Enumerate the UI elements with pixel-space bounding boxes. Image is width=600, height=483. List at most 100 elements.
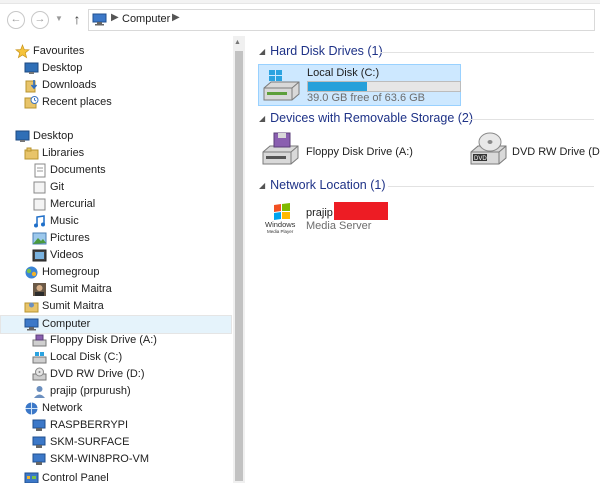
tile-floppy-drive[interactable]: Floppy Disk Drive (A:) — [258, 132, 448, 168]
group-divider — [468, 119, 594, 120]
sidebar-item-videos[interactable]: Videos — [32, 247, 222, 264]
hard-disk-icon — [263, 70, 300, 101]
desktop-icon — [24, 62, 39, 74]
dvd-drive-icon — [32, 367, 47, 381]
sidebar-item-control-panel[interactable]: Control Panel — [24, 470, 224, 483]
group-title: Hard Disk Drives (1) — [270, 44, 383, 58]
sidebar-item-user-folder[interactable]: Sumit Maitra — [24, 298, 224, 315]
floppy-drive-icon — [262, 132, 299, 165]
group-header-removable-storage[interactable]: ◢ Devices with Removable Storage (2) — [259, 109, 473, 127]
star-icon — [15, 44, 30, 59]
network-computer-icon — [32, 453, 46, 465]
sidebar-label: SKM-SURFACE — [50, 436, 130, 448]
hard-disk-icon — [32, 352, 47, 364]
scrollbar-thumb[interactable] — [235, 51, 243, 481]
sidebar-label: Recent places — [42, 96, 112, 108]
tile-local-disk[interactable]: Local Disk (C:) 39.0 GB free of 63.6 GB — [258, 64, 461, 106]
sidebar-item-homegroup-user[interactable]: Sumit Maitra — [32, 281, 222, 298]
redaction-block — [334, 202, 388, 220]
tile-name: Floppy Disk Drive (A:) — [306, 146, 413, 158]
sidebar-item-skm-surface[interactable]: SKM-SURFACE — [32, 434, 222, 451]
sidebar-item-git[interactable]: Git — [32, 179, 222, 196]
sidebar-item-pictures[interactable]: Pictures — [32, 230, 222, 247]
breadcrumb-chevron[interactable]: ▶ — [111, 12, 119, 23]
sidebar-item-documents[interactable]: Documents — [32, 162, 222, 179]
address-bar[interactable]: ▶ Computer ▶ — [88, 9, 595, 31]
disk-usage-bar — [307, 81, 461, 92]
tile-name: prajip — [306, 207, 333, 219]
navigation-bar: ← → ▼ ↑ ▶ Computer ▶ — [0, 4, 600, 35]
sidebar-item-skm-win8pro-vm[interactable]: SKM-WIN8PRO-VM — [32, 451, 222, 468]
user-avatar-icon — [33, 283, 46, 296]
computer-icon — [92, 13, 107, 26]
tile-subtitle: Media Server — [306, 220, 372, 232]
downloads-icon — [25, 80, 38, 93]
up-button[interactable]: ↑ — [70, 10, 84, 28]
tile-prajip-media-server[interactable]: Windows Media Player prajip Media Server — [264, 200, 414, 236]
sidebar-item-downloads[interactable]: Downloads — [24, 77, 224, 94]
forward-arrow-icon: → — [34, 13, 46, 25]
sidebar-label: Favourites — [33, 45, 85, 57]
sidebar-item-dvd[interactable]: DVD RW Drive (D:) — [32, 366, 222, 383]
network-computer-icon — [32, 419, 46, 431]
sidebar-label: Homegroup — [42, 266, 100, 278]
sidebar-label: Sumit Maitra — [50, 283, 112, 295]
group-header-network-location[interactable]: ◢ Network Location (1) — [259, 176, 385, 194]
sidebar-label: Git — [50, 181, 65, 193]
sidebar-item-mercurial[interactable]: Mercurial — [32, 196, 222, 213]
back-arrow-icon: ← — [10, 13, 22, 25]
sidebar-label: Mercurial — [50, 198, 96, 210]
collapse-chevron-icon: ◢ — [259, 47, 266, 56]
sidebar-label: Floppy Disk Drive (A:) — [50, 334, 157, 346]
sidebar-item-desktop-fav[interactable]: Desktop — [24, 60, 224, 77]
homegroup-icon — [25, 266, 38, 279]
sidebar-item-music[interactable]: Music — [32, 213, 222, 230]
desktop-icon — [15, 130, 30, 142]
libraries-icon — [24, 147, 39, 160]
user-folder-icon — [24, 302, 39, 313]
sidebar-item-raspberrypi[interactable]: RASPBERRYPI — [32, 417, 222, 434]
collapse-chevron-icon: ◢ — [259, 114, 266, 123]
breadcrumb-chevron[interactable]: ▶ — [172, 12, 180, 23]
network-computer-icon — [32, 436, 46, 448]
breadcrumb-computer[interactable]: Computer — [122, 13, 170, 25]
sidebar-label: prajip (prpurush) — [50, 385, 131, 397]
sidebar-label: Network — [42, 402, 83, 414]
videos-icon — [32, 249, 47, 262]
scroll-up-icon[interactable]: ▲ — [234, 39, 241, 46]
sidebar-label: Desktop — [33, 130, 74, 142]
sidebar-item-favourites[interactable]: Favourites — [15, 43, 215, 60]
sidebar-label: Sumit Maitra — [42, 300, 104, 312]
sidebar-item-prajip[interactable]: prajip (prpurush) — [32, 383, 222, 400]
tile-dvd-drive[interactable]: DVD DVD RW Drive (D:) — [466, 132, 600, 168]
svg-text:Windows: Windows — [265, 220, 296, 229]
forward-button[interactable]: → — [31, 11, 49, 29]
navigation-pane: Favourites Desktop Downloads Recent plac… — [0, 36, 232, 483]
tile-name: Local Disk (C:) — [307, 67, 380, 79]
sidebar-item-desktop[interactable]: Desktop — [15, 128, 215, 145]
group-header-hard-disk-drives[interactable]: ◢ Hard Disk Drives (1) — [259, 42, 383, 60]
navigation-pane-scrollbar[interactable]: ▲ — [233, 36, 245, 483]
dvd-drive-icon: DVD — [470, 132, 507, 165]
recent-places-icon — [24, 96, 39, 109]
sidebar-label: Documents — [50, 164, 106, 176]
folder-icon — [33, 198, 46, 211]
content-pane: ◢ Hard Disk Drives (1) Local Disk (C:) 39… — [246, 36, 600, 483]
sidebar-item-network[interactable]: Network — [24, 400, 224, 417]
sidebar-label: Local Disk (C:) — [50, 351, 123, 363]
sidebar-label: Control Panel — [42, 472, 109, 483]
recent-locations-button[interactable]: ▼ — [55, 14, 63, 23]
sidebar-item-floppy[interactable]: Floppy Disk Drive (A:) — [32, 332, 222, 349]
svg-text:Media Player: Media Player — [267, 229, 294, 234]
group-divider — [380, 52, 594, 53]
group-divider — [388, 186, 594, 187]
sidebar-item-homegroup[interactable]: Homegroup — [24, 264, 224, 281]
back-button[interactable]: ← — [7, 11, 25, 29]
sidebar-item-local-disk[interactable]: Local Disk (C:) — [32, 349, 222, 366]
up-arrow-icon: ↑ — [73, 11, 81, 27]
group-title: Devices with Removable Storage (2) — [270, 111, 474, 125]
sidebar-item-recent-places[interactable]: Recent places — [24, 94, 224, 111]
computer-icon — [24, 318, 39, 331]
sidebar-item-libraries[interactable]: Libraries — [24, 145, 224, 162]
pictures-icon — [32, 232, 47, 245]
